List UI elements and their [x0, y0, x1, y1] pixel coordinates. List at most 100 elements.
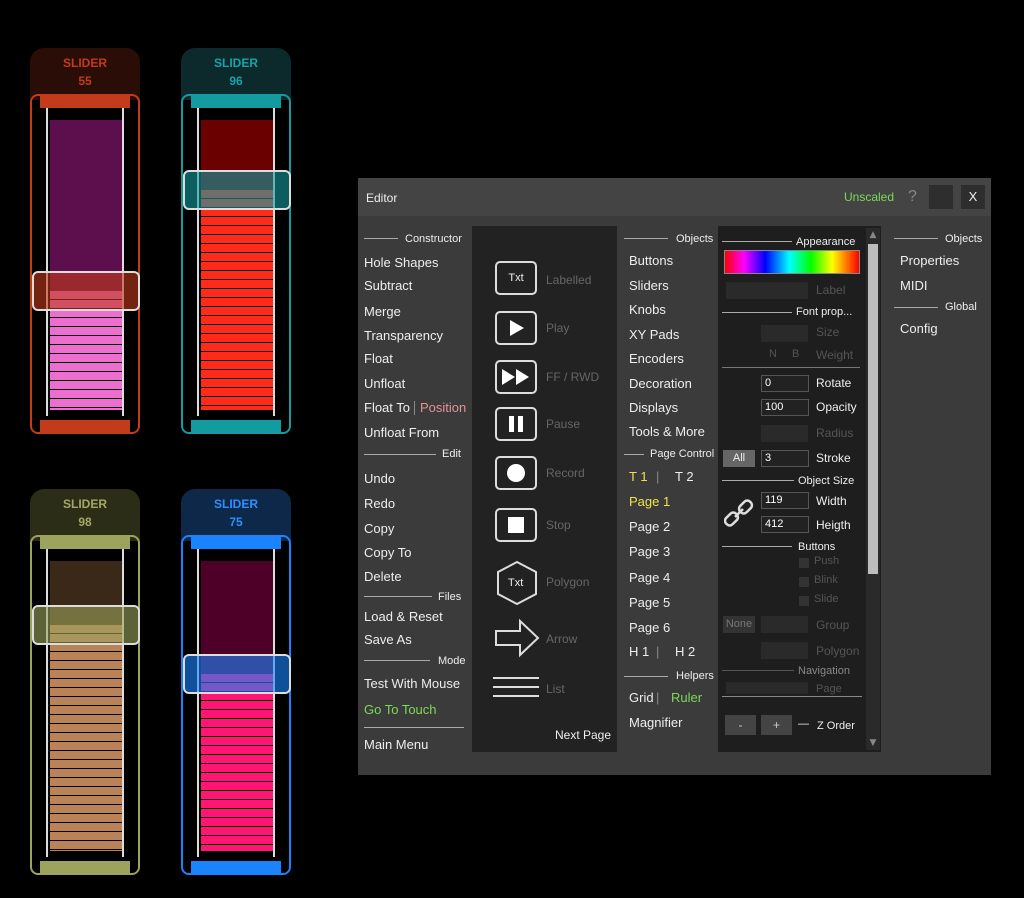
unfloat-from-button[interactable]: Unfloat From: [364, 425, 439, 440]
grid-button[interactable]: Grid: [629, 690, 654, 705]
knobs-category[interactable]: Knobs: [629, 302, 666, 317]
slider-track[interactable]: [32, 561, 140, 851]
scrollbar-thumb[interactable]: [868, 244, 878, 574]
page-2-button[interactable]: Page 2: [629, 519, 670, 534]
redo-button[interactable]: Redo: [364, 496, 395, 511]
slider-frame: [181, 535, 291, 875]
tools-more-category[interactable]: Tools & More: [629, 424, 705, 439]
page-6-button[interactable]: Page 6: [629, 620, 670, 635]
page-3-button[interactable]: Page 3: [629, 544, 670, 559]
labelled-shape-icon[interactable]: Txt: [495, 261, 537, 295]
hole-shapes-button[interactable]: Hole Shapes: [364, 255, 438, 270]
delete-button[interactable]: Delete: [364, 569, 402, 584]
transparency-button[interactable]: Transparency: [364, 328, 443, 343]
config-button[interactable]: Config: [900, 321, 938, 336]
navigation-header: Navigation: [798, 665, 850, 677]
buttons-category[interactable]: Buttons: [629, 253, 673, 268]
rotate-input[interactable]: 0: [761, 375, 809, 392]
ruler-button[interactable]: Ruler: [671, 690, 702, 705]
slider-handle[interactable]: [32, 604, 140, 645]
position-button[interactable]: Position: [420, 400, 466, 415]
stop-shape-label[interactable]: Stop: [546, 518, 571, 532]
minimize-button[interactable]: [929, 185, 953, 209]
play-shape-label[interactable]: Play: [546, 321, 569, 335]
ff-rwd-shape-icon[interactable]: [495, 360, 537, 394]
encoders-category[interactable]: Encoders: [629, 351, 684, 366]
properties-scrollbar[interactable]: ▲ ▼: [866, 228, 880, 750]
rotate-label: Rotate: [816, 376, 852, 390]
slider-track[interactable]: [32, 120, 140, 410]
save-as-button[interactable]: Save As: [364, 632, 412, 647]
opacity-input[interactable]: 100: [761, 399, 809, 416]
slider-track[interactable]: [183, 561, 291, 851]
help-icon[interactable]: ?: [908, 188, 917, 206]
link-icon[interactable]: [723, 498, 754, 528]
h2-button[interactable]: H 2: [675, 644, 695, 659]
go-to-touch-button[interactable]: Go To Touch: [364, 702, 437, 717]
color-spectrum-picker[interactable]: [724, 250, 860, 274]
pause-shape-label[interactable]: Pause: [546, 417, 580, 431]
page-4-button[interactable]: Page 4: [629, 570, 670, 585]
z-order-down-button[interactable]: -: [725, 715, 756, 735]
stroke-all-button[interactable]: All: [723, 450, 755, 467]
slider-handle[interactable]: [183, 169, 291, 210]
arrow-shape-label[interactable]: Arrow: [546, 632, 577, 646]
xy-pads-category[interactable]: XY Pads: [629, 327, 679, 342]
objects-header: Objects: [676, 233, 714, 245]
scale-status[interactable]: Unscaled: [844, 190, 894, 204]
object-size-header: Object Size: [798, 475, 855, 487]
slider-caption: SLIDER 75: [181, 489, 291, 541]
stroke-input[interactable]: 3: [761, 450, 809, 467]
push-option[interactable]: Push: [814, 555, 839, 567]
ff-rwd-shape-label[interactable]: FF / RWD: [546, 370, 599, 384]
next-page-button[interactable]: Next Page: [555, 728, 611, 742]
main-menu-button[interactable]: Main Menu: [364, 737, 428, 752]
h1-button[interactable]: H 1: [629, 644, 649, 659]
play-shape-icon[interactable]: [495, 311, 537, 345]
bold-weight-button[interactable]: B: [792, 348, 799, 360]
test-with-mouse-button[interactable]: Test With Mouse: [364, 676, 460, 691]
unfloat-button[interactable]: Unfloat: [364, 376, 405, 391]
close-button[interactable]: X: [961, 185, 985, 209]
slider-frame: [30, 535, 140, 875]
labelled-shape-label[interactable]: Labelled: [546, 273, 591, 287]
sliders-category[interactable]: Sliders: [629, 278, 669, 293]
slider-value: 98: [78, 515, 92, 529]
tab-t1[interactable]: T 1: [629, 469, 648, 484]
properties-button[interactable]: Properties: [900, 253, 959, 268]
load-reset-button[interactable]: Load & Reset: [364, 609, 443, 624]
subtract-button[interactable]: Subtract: [364, 278, 412, 293]
slider-handle[interactable]: [183, 653, 291, 694]
slide-option[interactable]: Slide: [814, 593, 838, 605]
width-input[interactable]: 119: [761, 492, 809, 509]
float-to-button[interactable]: Float To: [364, 400, 410, 415]
pause-shape-icon[interactable]: [495, 407, 537, 441]
stop-shape-icon[interactable]: [495, 508, 537, 542]
slider-fill: [50, 624, 122, 851]
float-button[interactable]: Float: [364, 351, 393, 366]
record-shape-label[interactable]: Record: [546, 466, 585, 480]
blink-option[interactable]: Blink: [814, 574, 838, 586]
slider-handle[interactable]: [32, 270, 140, 311]
midi-button[interactable]: MIDI: [900, 278, 927, 293]
slider-track[interactable]: [183, 120, 291, 410]
undo-button[interactable]: Undo: [364, 471, 395, 486]
displays-category[interactable]: Displays: [629, 400, 678, 415]
polygon-shape-label[interactable]: Polygon: [546, 575, 589, 589]
tab-t2[interactable]: T 2: [675, 469, 694, 484]
decoration-category[interactable]: Decoration: [629, 376, 692, 391]
merge-button[interactable]: Merge: [364, 304, 401, 319]
page-1-button[interactable]: Page 1: [629, 494, 670, 509]
copy-to-button[interactable]: Copy To: [364, 545, 411, 560]
arrow-shape-icon[interactable]: [494, 618, 540, 658]
list-shape-icon[interactable]: [493, 675, 539, 701]
copy-button[interactable]: Copy: [364, 521, 394, 536]
magnifier-button[interactable]: Magnifier: [629, 715, 682, 730]
page-5-button[interactable]: Page 5: [629, 595, 670, 610]
normal-weight-button[interactable]: N: [769, 348, 777, 360]
z-order-up-button[interactable]: +: [761, 715, 792, 735]
list-shape-label[interactable]: List: [546, 682, 565, 696]
record-shape-icon[interactable]: [495, 456, 537, 490]
group-none-button[interactable]: None: [723, 616, 755, 633]
height-input[interactable]: 412: [761, 516, 809, 533]
